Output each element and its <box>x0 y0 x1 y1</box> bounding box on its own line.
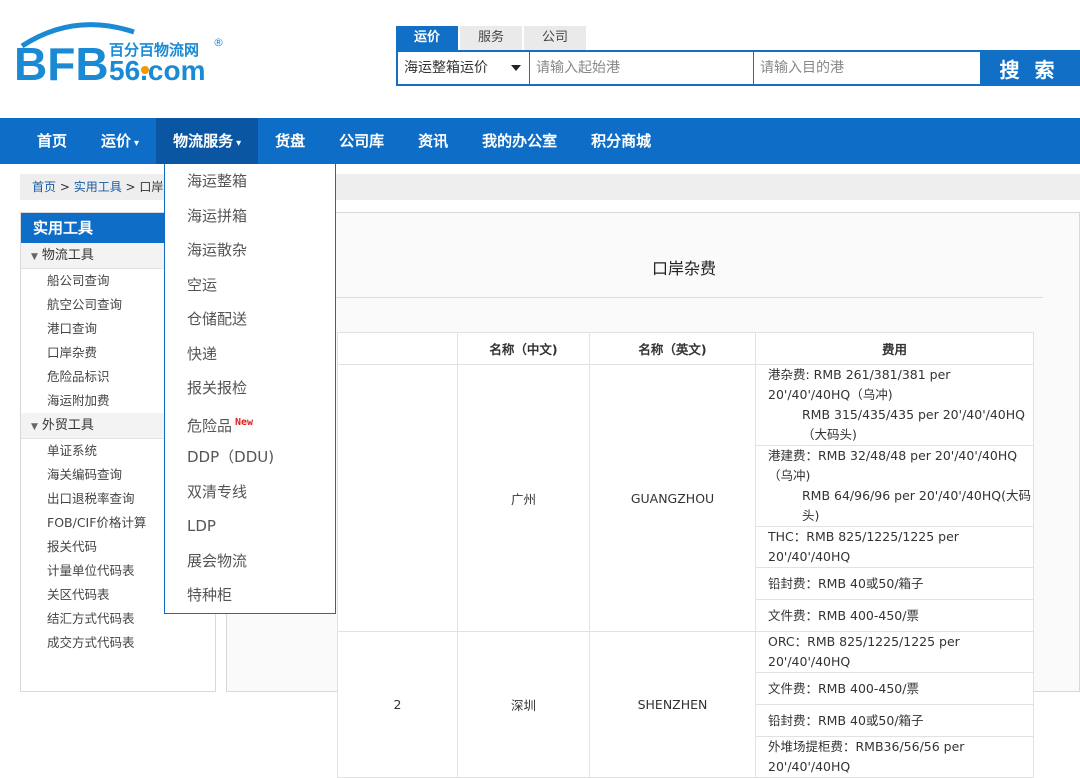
logo-registered: ® <box>213 36 224 49</box>
cell-name-cn: 深圳 <box>457 631 590 778</box>
cell-fee: 铅封费：RMB 40或50/箱子 <box>755 567 1034 600</box>
header-name-en: 名称（英文) <box>589 332 756 365</box>
cell-fee: 外堆场提柜费：RMB36/56/56 per 20'/40'/40HQ <box>755 736 1034 778</box>
menu-item-bulk[interactable]: 海运散杂 <box>165 233 335 268</box>
cell-num <box>337 364 458 632</box>
page-title: 口岸杂费 <box>651 259 716 278</box>
freight-type-value: 海运整箱运价 <box>404 60 488 76</box>
divider <box>327 297 1043 298</box>
menu-item-customs[interactable]: 报关报检 <box>165 371 335 406</box>
logo-domain: 56.com <box>109 55 206 86</box>
cell-name-en: SHENZHEN <box>589 631 756 778</box>
cell-fee: 港建费：RMB 32/48/48 per 20'/40'/40HQ（乌冲) RMB… <box>755 445 1034 527</box>
menu-item-air[interactable]: 空运 <box>165 268 335 303</box>
chevron-down-icon: ▾ <box>236 138 242 149</box>
menu-item-fcl[interactable]: 海运整箱 <box>165 164 335 199</box>
menu-item-lcl[interactable]: 海运拼箱 <box>165 199 335 234</box>
chevron-down-icon <box>511 65 521 71</box>
table-header-row: 名称（中文) 名称（英文) 费用 <box>337 332 1034 365</box>
logo-brand-text: BFB <box>14 38 109 88</box>
breadcrumb-tools[interactable]: 实用工具 <box>74 180 122 194</box>
logistics-services-dropdown: 海运整箱 海运拼箱 海运散杂 空运 仓储配送 快递 报关报检 危险品 New DD… <box>164 164 336 614</box>
header-num <box>337 332 458 365</box>
menu-item-special-container[interactable]: 特种柜 <box>165 578 335 613</box>
cell-fee: THC：RMB 825/1225/1225 per 20'/40'/40HQ <box>755 526 1034 568</box>
menu-item-dual-clearance[interactable]: 双清专线 <box>165 475 335 510</box>
origin-port-input[interactable] <box>530 52 754 84</box>
cell-fee: 铅封费：RMB 40或50/箱子 <box>755 704 1034 737</box>
cell-num: 2 <box>337 631 458 778</box>
sidebar-item-transaction-codes[interactable]: 成交方式代码表 <box>21 631 215 655</box>
search-button[interactable]: 搜 索 <box>980 52 1078 84</box>
bfb-logo-graphic: BFB 百分百物流网 ® 56.com <box>14 22 224 90</box>
nav-item-my-office[interactable]: 我的办公室 <box>465 118 574 164</box>
main-content: 口岸杂费 名称（中文) 名称（英文) 费用 广州 GUANGZHOU 港杂费: … <box>226 212 1080 778</box>
site-logo[interactable]: BFB 百分百物流网 ® 56.com <box>14 18 244 90</box>
port-charges-table: 名称（中文) 名称（英文) 费用 广州 GUANGZHOU 港杂费: RMB 2… <box>337 332 1034 778</box>
menu-item-dangerous-goods[interactable]: 危险品 New <box>165 406 335 441</box>
nav-item-news[interactable]: 资讯 <box>401 118 465 164</box>
nav-item-cargo[interactable]: 货盘 <box>258 118 322 164</box>
menu-item-warehousing[interactable]: 仓储配送 <box>165 302 335 337</box>
breadcrumb-current: 口岸 <box>139 180 164 194</box>
menu-item-ddp[interactable]: DDP（DDU) <box>165 440 335 475</box>
cell-fee: 港杂费: RMB 261/381/381 per 20'/40'/40HQ（乌冲… <box>755 364 1034 446</box>
cell-fee: ORC：RMB 825/1225/1225 per 20'/40'/40HQ <box>755 631 1034 673</box>
destination-port-input[interactable] <box>754 52 980 84</box>
header-fee: 费用 <box>755 332 1034 365</box>
nav-item-freight[interactable]: 运价 ▾ <box>84 118 156 164</box>
cell-fee: 文件费：RMB 400-450/票 <box>755 672 1034 705</box>
search-bar: 海运整箱运价 搜 索 <box>396 50 1080 86</box>
tab-company[interactable]: 公司 <box>524 26 587 50</box>
caret-down-icon: ▼ <box>31 252 38 262</box>
search-tabs: 运价 服务 公司 <box>396 26 588 50</box>
nav-item-logistics-services[interactable]: 物流服务 ▾ <box>156 118 259 164</box>
menu-item-ldp[interactable]: LDP <box>165 509 335 544</box>
table-row: 2 深圳 SHENZHEN ORC：RMB 825/1225/1225 per … <box>337 631 1034 778</box>
nav-item-points-mall[interactable]: 积分商城 <box>574 118 668 164</box>
main-nav: 首页 运价 ▾ 物流服务 ▾ 货盘 公司库 资讯 我的办公室 积分商城 <box>0 118 1080 164</box>
cell-name-en: GUANGZHOU <box>589 364 756 632</box>
caret-down-icon: ▼ <box>31 422 38 432</box>
chevron-down-icon: ▾ <box>134 138 140 149</box>
breadcrumb-home[interactable]: 首页 <box>32 180 56 194</box>
tab-freight[interactable]: 运价 <box>396 26 459 50</box>
cell-fee: 文件费：RMB 400-450/票 <box>755 599 1034 632</box>
nav-item-home[interactable]: 首页 <box>20 118 84 164</box>
site-header: BFB 百分百物流网 ® 56.com 运价 服务 公司 海运整箱运价 搜 索 <box>0 0 1080 118</box>
tab-service[interactable]: 服务 <box>460 26 523 50</box>
table-row: 广州 GUANGZHOU 港杂费: RMB 261/381/381 per 20… <box>337 364 1034 632</box>
header-name-cn: 名称（中文) <box>457 332 590 365</box>
nav-item-companies[interactable]: 公司库 <box>322 118 401 164</box>
freight-type-select[interactable]: 海运整箱运价 <box>398 52 530 84</box>
cell-name-cn: 广州 <box>457 364 590 632</box>
menu-item-exhibition[interactable]: 展会物流 <box>165 544 335 579</box>
new-badge: New <box>235 416 254 428</box>
menu-item-express[interactable]: 快递 <box>165 337 335 372</box>
